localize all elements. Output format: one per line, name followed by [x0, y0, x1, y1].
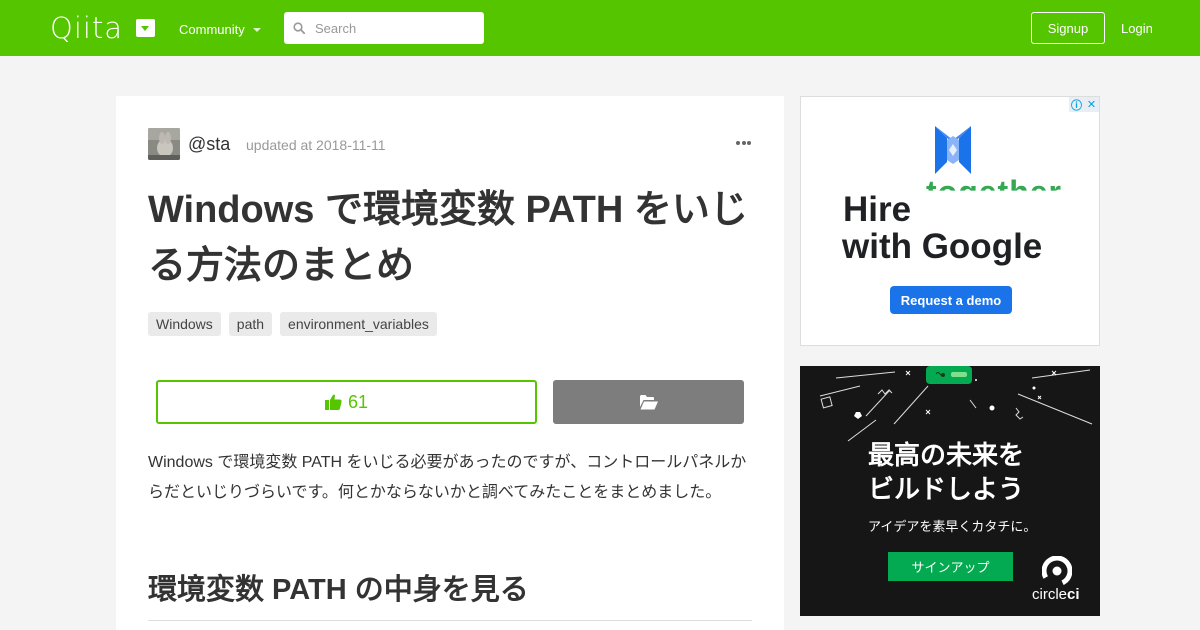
ad-headline-line1: Hire [843, 190, 912, 229]
community-menu[interactable]: Community [179, 22, 261, 37]
article-body-paragraph: Windows で環境変数 PATH をいじる必要があったのですが、コントロール… [148, 454, 747, 501]
info-icon[interactable]: ⓘ [1069, 97, 1084, 112]
author-username[interactable]: @sta [188, 134, 230, 154]
ad-headline-line2: ビルドしよう [868, 474, 1025, 504]
logo-dropdown-icon[interactable] [136, 19, 155, 37]
tag-windows[interactable]: Windows [148, 312, 221, 336]
like-count: 61 [347, 391, 369, 412]
search-icon [293, 22, 305, 34]
close-icon[interactable]: ✕ [1084, 97, 1099, 112]
signup-button[interactable]: Signup [1031, 12, 1105, 44]
circleci-wordmark: circleci [1032, 586, 1080, 603]
caret-down-icon [252, 27, 261, 32]
more-options-icon[interactable] [736, 141, 751, 147]
tag-path[interactable]: path [228, 312, 273, 336]
google-workspace-logo-icon [935, 126, 971, 174]
ad-headline-line1: 最高の未来を [868, 440, 1025, 470]
author-avatar[interactable] [148, 128, 180, 160]
google-ad-banner[interactable]: ⓘ ✕ together Hire with Google Request a … [800, 96, 1100, 346]
ad-ghost-text: together [926, 174, 1062, 210]
community-label: Community [179, 22, 245, 37]
folder-open-icon [639, 394, 658, 409]
signup-ad-button[interactable]: サインアップ [888, 552, 1013, 581]
request-demo-button[interactable]: Request a demo [890, 286, 1012, 314]
thumbs-up-icon [324, 394, 342, 410]
article-title: Windows で環境変数 PATH をいじる方法のまとめ [148, 189, 748, 287]
tag-list: Windows path environment_variables [148, 312, 445, 336]
adchoices[interactable]: ⓘ ✕ [1069, 97, 1099, 112]
circleci-logo-icon [1042, 556, 1072, 586]
top-navbar: Qiita Community Signup Login [0, 0, 1200, 56]
login-link[interactable]: Login [1121, 21, 1153, 36]
ad-headline-line2: with Google [842, 227, 1043, 266]
ad-subtext: アイデアを素早くカタチに。 [868, 519, 1037, 534]
article-card: @sta updated at 2018-11-11 Windows で環境変数… [116, 96, 784, 630]
stock-button[interactable] [553, 380, 744, 424]
updated-date: updated at 2018-11-11 [246, 137, 386, 153]
tag-environment-variables[interactable]: environment_variables [280, 312, 437, 336]
section-heading: 環境変数 PATH の中身を見る [148, 570, 752, 621]
qiita-logo[interactable]: Qiita [50, 12, 123, 44]
circleci-ad-banner[interactable]: 最高の未来を ビルドしよう アイデアを素早くカタチに。 サインアップ circl… [800, 366, 1100, 616]
like-button[interactable]: 61 [156, 380, 537, 424]
search-input[interactable] [315, 12, 475, 44]
search-box [284, 12, 484, 44]
